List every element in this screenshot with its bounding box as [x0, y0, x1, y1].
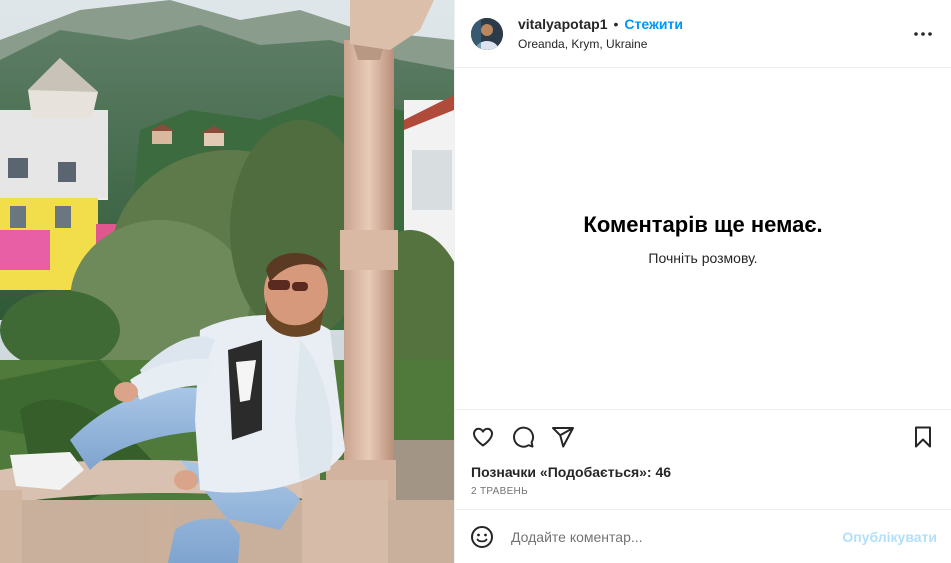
heart-icon: [473, 427, 493, 447]
paper-plane-icon: [552, 427, 574, 448]
like-button[interactable]: [469, 423, 497, 451]
bookmark-icon: [915, 426, 931, 448]
share-button[interactable]: [549, 423, 577, 451]
comment-button[interactable]: [509, 423, 537, 451]
post-header: vitalyapotap1 • Стежити Oreanda, Krym, U…: [455, 0, 951, 68]
emoji-icon: [471, 525, 493, 548]
post-side-panel: vitalyapotap1 • Стежити Oreanda, Krym, U…: [454, 0, 951, 563]
no-comments-subtitle: Почніть розмову.: [648, 249, 758, 266]
comments-area: Коментарів ще немає. Почніть розмову.: [455, 68, 951, 410]
separator-dot: •: [613, 16, 619, 32]
comment-icon: [513, 426, 535, 448]
save-button[interactable]: [909, 423, 937, 451]
post-photo[interactable]: [0, 0, 454, 563]
location-link[interactable]: Oreanda, Krym, Ukraine: [518, 37, 683, 51]
likes-count[interactable]: Позначки «Подобається»: 46: [455, 464, 951, 480]
publish-button[interactable]: Опублікувати: [842, 529, 937, 545]
action-bar: [455, 410, 951, 464]
post-author-meta: vitalyapotap1 • Стежити Oreanda, Krym, U…: [518, 16, 683, 51]
more-horizontal-icon: [914, 31, 932, 36]
more-options-button[interactable]: [911, 22, 935, 46]
avatar[interactable]: [471, 17, 503, 50]
no-comments-title: Коментарів ще немає.: [583, 211, 823, 237]
post-dialog: vitalyapotap1 • Стежити Oreanda, Krym, U…: [0, 0, 951, 563]
post-date[interactable]: 2 ТРАВЕНЬ: [455, 486, 951, 497]
add-comment-bar: Опублікувати: [455, 509, 951, 563]
username-link[interactable]: vitalyapotap1: [518, 16, 607, 32]
emoji-button[interactable]: [469, 524, 495, 550]
follow-button[interactable]: Стежити: [624, 16, 683, 32]
comment-input[interactable]: [509, 527, 843, 546]
